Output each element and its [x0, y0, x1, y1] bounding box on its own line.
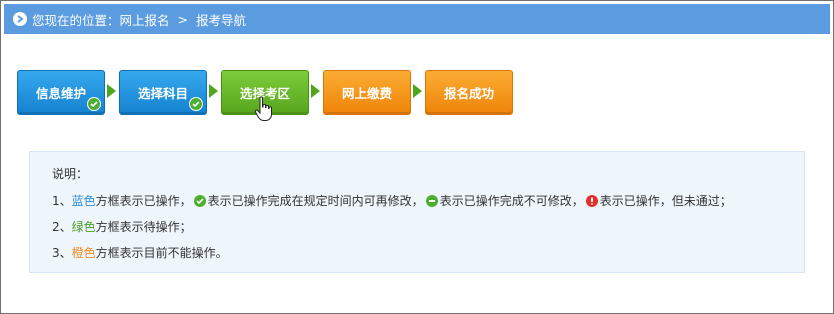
chevron-right-icon — [13, 12, 27, 26]
legend-text: 表示已操作，但未通过； — [599, 194, 732, 208]
legend-text: 方框表示目前不能操作。 — [95, 246, 228, 260]
step-online-payment: 网上缴费 — [323, 70, 411, 115]
legend-text: 方框表示已操作， — [95, 194, 192, 208]
arrow-right-icon — [413, 84, 422, 98]
step-navigation: 信息维护 选择科目 选择考区 网上缴费 报名成功 — [17, 70, 817, 115]
breadcrumb-item-exam-guide: 报考导航 — [196, 12, 247, 28]
step-label: 报名成功 — [443, 86, 494, 101]
check-icon — [189, 97, 203, 111]
page-frame: 您现在的位置： 网上报名 > 报考导航 信息维护 选择科目 选择考区 网上缴费 — [0, 0, 834, 314]
legend-title: 说明： — [52, 167, 89, 181]
legend-num: 2、 — [52, 220, 72, 234]
legend-line-3: 3、 橙色 方框表示目前不能操作。 — [52, 244, 228, 261]
step-info-maintenance[interactable]: 信息维护 — [17, 70, 105, 115]
hand-cursor-icon — [254, 96, 274, 125]
legend-color-green: 绿色 — [71, 220, 96, 234]
legend-num: 3、 — [52, 246, 72, 260]
step-label: 信息维护 — [35, 86, 86, 101]
legend-color-blue: 蓝色 — [71, 194, 96, 208]
breadcrumb-separator: > — [177, 11, 189, 27]
step-label: 选择科目 — [137, 86, 188, 101]
breadcrumb-item-online-registration[interactable]: 网上报名 — [120, 10, 170, 29]
legend-num: 1、 — [52, 194, 72, 208]
breadcrumb-prefix: 您现在的位置： — [32, 12, 120, 28]
arrow-right-icon — [311, 84, 320, 98]
legend-panel: 说明： 1、 蓝色 方框表示已操作， 表示已操作完成在规定时间内可再修改， 表示… — [29, 151, 805, 273]
arrow-right-icon — [209, 84, 218, 98]
step-label: 网上缴费 — [341, 86, 392, 101]
breadcrumb: 您现在的位置： 网上报名 > 报考导航 — [4, 4, 830, 34]
legend-color-orange: 橙色 — [71, 246, 96, 260]
check-icon — [193, 194, 206, 207]
legend-line-1: 1、 蓝色 方框表示已操作， 表示已操作完成在规定时间内可再修改， 表示已操作完… — [52, 192, 732, 209]
legend-line-2: 2、 绿色 方框表示待操作； — [52, 218, 192, 235]
step-registration-success: 报名成功 — [425, 70, 513, 115]
step-select-subject[interactable]: 选择科目 — [119, 70, 207, 115]
exclamation-icon — [585, 194, 598, 207]
legend-text: 方框表示待操作； — [95, 220, 192, 234]
minus-icon — [425, 194, 438, 207]
arrow-right-icon — [107, 84, 116, 98]
legend-text: 表示已操作完成在规定时间内可再修改， — [207, 194, 424, 208]
check-icon — [87, 97, 101, 111]
legend-text: 表示已操作完成不可修改， — [439, 194, 584, 208]
